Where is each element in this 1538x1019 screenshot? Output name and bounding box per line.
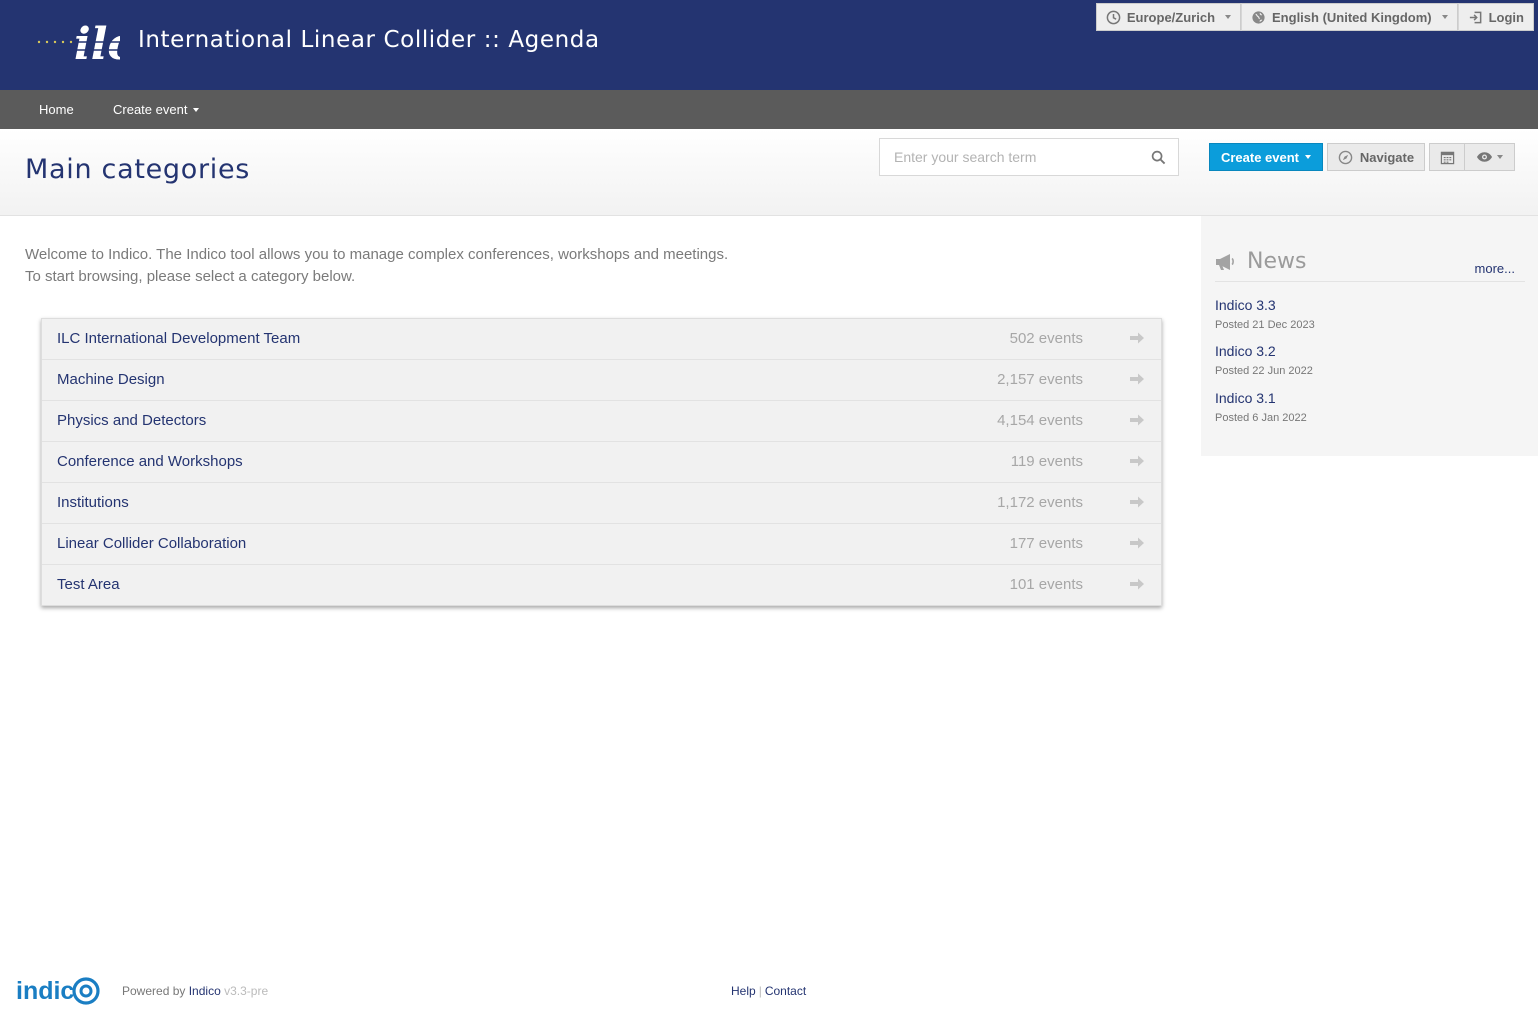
- news-panel: News more... Indico 3.3 Posted 21 Dec 20…: [1201, 216, 1538, 456]
- nav-create-event[interactable]: Create event: [113, 90, 200, 129]
- megaphone-icon: [1216, 254, 1234, 270]
- category-row[interactable]: ILC International Development Team 502 e…: [42, 319, 1161, 359]
- search-box: [879, 138, 1179, 176]
- category-event-count: 4,154 events: [997, 412, 1083, 429]
- nav-create-event-label: Create event: [113, 102, 188, 117]
- category-name[interactable]: Physics and Detectors: [57, 412, 206, 429]
- welcome-line-2: To start browsing, please select a categ…: [25, 268, 356, 285]
- site-title[interactable]: International Linear Collider :: Agenda: [138, 27, 600, 53]
- globe-icon: [1252, 10, 1265, 24]
- page-header: Main categories Create event Navigate: [0, 129, 1538, 216]
- category-row[interactable]: Conference and Workshops 119 events: [42, 441, 1161, 482]
- category-name[interactable]: ILC International Development Team: [57, 330, 300, 347]
- category-name[interactable]: Conference and Workshops: [57, 453, 243, 470]
- site-header: ilc International Linear Collider :: Age…: [0, 0, 1538, 90]
- view-options-button[interactable]: [1464, 143, 1515, 171]
- indico-logo[interactable]: indic: [16, 972, 102, 1010]
- navigate-button[interactable]: Navigate: [1327, 143, 1425, 171]
- news-header: News more...: [1215, 249, 1525, 282]
- ilc-logo[interactable]: ilc: [36, 12, 120, 66]
- arrow-right-icon: [1130, 373, 1144, 385]
- search-icon[interactable]: [1151, 150, 1166, 165]
- arrow-right-icon: [1130, 455, 1144, 467]
- category-event-count: 119 events: [1010, 453, 1083, 470]
- login-button[interactable]: Login: [1457, 3, 1534, 31]
- calendar-button[interactable]: [1429, 143, 1465, 171]
- timezone-selector[interactable]: Europe/Zurich: [1095, 3, 1242, 31]
- news-title: News: [1247, 249, 1307, 274]
- nav-home[interactable]: Home: [39, 90, 74, 129]
- category-event-count: 502 events: [1009, 330, 1083, 347]
- compass-icon: [1338, 150, 1353, 164]
- news-item-date: Posted 6 Jan 2022: [1215, 412, 1307, 424]
- category-row[interactable]: Institutions 1,172 events: [42, 482, 1161, 523]
- category-row[interactable]: Machine Design 2,157 events: [42, 359, 1161, 400]
- category-event-count: 101 events: [1009, 576, 1083, 593]
- nav-home-label: Home: [39, 102, 74, 117]
- calendar-icon: [1440, 151, 1454, 164]
- welcome-text: Welcome to Indico. The Indico tool allow…: [25, 244, 728, 288]
- chevron-down-icon: [193, 107, 200, 112]
- navigate-label: Navigate: [1359, 149, 1415, 165]
- arrow-right-icon: [1130, 332, 1144, 344]
- arrow-right-icon: [1130, 537, 1144, 549]
- arrow-right-icon: [1130, 578, 1144, 590]
- category-row[interactable]: Physics and Detectors 4,154 events: [42, 400, 1161, 441]
- news-item-date: Posted 21 Dec 2023: [1215, 319, 1315, 331]
- login-label: Login: [1488, 9, 1524, 25]
- news-item-date: Posted 22 Jun 2022: [1215, 365, 1313, 377]
- footer-links: Help | Contact: [731, 984, 806, 998]
- eye-icon: [1476, 152, 1493, 162]
- chevron-down-icon: [1497, 155, 1503, 159]
- chevron-down-icon: [1441, 15, 1448, 19]
- clock-icon: [1106, 10, 1121, 24]
- news-item: Indico 3.1 Posted 6 Jan 2022: [1215, 390, 1307, 424]
- category-event-count: 2,157 events: [997, 371, 1083, 388]
- footer-separator: |: [758, 984, 762, 998]
- category-event-count: 177 events: [1009, 535, 1083, 552]
- indico-link[interactable]: Indico: [189, 984, 221, 998]
- arrow-right-icon: [1130, 414, 1144, 426]
- help-link[interactable]: Help: [731, 984, 756, 998]
- news-more-link[interactable]: more...: [1475, 261, 1515, 276]
- powered-by-label: Powered by: [122, 984, 186, 998]
- category-name[interactable]: Linear Collider Collaboration: [57, 535, 246, 552]
- page-title: Main categories: [25, 154, 251, 185]
- news-item: Indico 3.3 Posted 21 Dec 2023: [1215, 297, 1315, 331]
- language-label: English (United Kingdom): [1272, 9, 1432, 25]
- top-toolbar: Europe/Zurich English (United Kingdom) L…: [1095, 3, 1534, 31]
- search-input[interactable]: [880, 139, 1135, 175]
- version-label: v3.3-pre: [224, 984, 269, 998]
- news-item-title[interactable]: Indico 3.1: [1215, 390, 1307, 406]
- chevron-down-icon: [1305, 155, 1312, 159]
- arrow-right-icon: [1130, 496, 1144, 508]
- chevron-down-icon: [1225, 15, 1232, 19]
- category-name[interactable]: Test Area: [57, 576, 120, 593]
- welcome-line-1: Welcome to Indico. The Indico tool allow…: [25, 246, 729, 263]
- svg-text:indic: indic: [16, 977, 74, 1005]
- language-selector[interactable]: English (United Kingdom): [1241, 3, 1458, 31]
- category-row[interactable]: Test Area 101 events: [42, 564, 1161, 605]
- create-event-label: Create event: [1220, 149, 1300, 165]
- news-item-title[interactable]: Indico 3.2: [1215, 343, 1313, 359]
- news-item: Indico 3.2 Posted 22 Jun 2022: [1215, 343, 1313, 377]
- create-event-button[interactable]: Create event: [1209, 143, 1323, 171]
- contact-link[interactable]: Contact: [765, 984, 806, 998]
- powered-by: Powered by Indico v3.3-pre: [122, 984, 268, 998]
- category-event-count: 1,172 events: [997, 494, 1083, 511]
- main-nav: Home Create event: [0, 90, 1538, 129]
- category-row[interactable]: Linear Collider Collaboration 177 events: [42, 523, 1161, 564]
- news-item-title[interactable]: Indico 3.3: [1215, 297, 1315, 313]
- timezone-label: Europe/Zurich: [1126, 9, 1216, 25]
- login-icon: [1469, 11, 1482, 23]
- category-name[interactable]: Institutions: [57, 494, 129, 511]
- category-list: ILC International Development Team 502 e…: [41, 318, 1162, 606]
- category-name[interactable]: Machine Design: [57, 371, 165, 388]
